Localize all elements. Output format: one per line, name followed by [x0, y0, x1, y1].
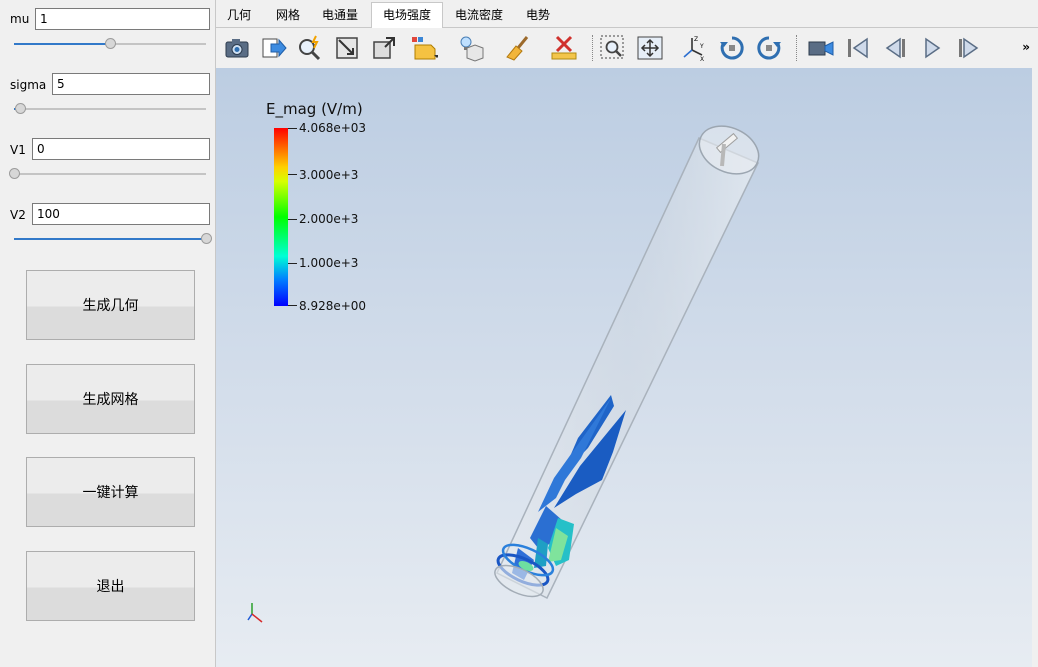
prev-frame-icon[interactable]: [880, 33, 910, 63]
rotate-ccw-icon[interactable]: [754, 33, 784, 63]
slider-track: [14, 108, 206, 110]
sigma-input[interactable]: 5: [52, 73, 210, 95]
clean-brush-icon[interactable]: [504, 33, 534, 63]
export-icon[interactable]: [258, 33, 288, 63]
tab-electric-flux[interactable]: 电通量: [316, 3, 364, 27]
svg-text:X: X: [700, 56, 704, 62]
sigma-label: sigma: [10, 78, 47, 92]
v1-label: V1: [10, 143, 26, 157]
slider-handle[interactable]: [105, 38, 116, 49]
more-icon[interactable]: »: [1022, 40, 1030, 54]
slider-handle[interactable]: [14, 103, 26, 114]
cylinder-field-render: [494, 125, 760, 600]
compute-button[interactable]: 一键计算: [26, 457, 195, 527]
svg-text:Y: Y: [699, 43, 704, 50]
video-camera-icon[interactable]: [806, 33, 836, 63]
v2-label: V2: [10, 208, 26, 222]
slider-handle[interactable]: [9, 168, 20, 179]
orientation-axes-icon: [247, 603, 263, 623]
tab-potential[interactable]: 电势: [518, 3, 558, 27]
v1-slider[interactable]: [9, 168, 206, 180]
result-tabs: 几何 网格 电通量 电场强度 电流密度 电势: [216, 0, 1038, 29]
svg-text:Z: Z: [694, 36, 698, 43]
tab-current-density[interactable]: 电流密度: [448, 3, 510, 27]
axes-icon[interactable]: ZYX: [679, 33, 709, 63]
light-bulb-icon[interactable]: [457, 33, 487, 63]
generate-mesh-button[interactable]: 生成网格: [26, 364, 195, 434]
slider-track: [14, 173, 206, 175]
toolbar-separator: [592, 35, 595, 61]
slider-handle[interactable]: [201, 233, 212, 244]
viewport-scrollbar[interactable]: [1032, 68, 1038, 667]
slider-fill: [14, 238, 206, 240]
tab-mesh[interactable]: 网格: [268, 3, 308, 27]
selection-box-icon[interactable]: [409, 33, 439, 63]
v2-input[interactable]: 100: [32, 203, 210, 225]
maximize-icon[interactable]: [369, 33, 399, 63]
reset-camera-icon[interactable]: [332, 33, 362, 63]
rotate-cw-icon[interactable]: [717, 33, 747, 63]
first-frame-icon[interactable]: [843, 33, 873, 63]
slider-fill: [14, 43, 110, 45]
parameter-panel: mu 1 sigma 5 V1 0 V2 100 生成几何 生成网格 一键计算 …: [0, 0, 216, 667]
render-viewport[interactable]: E_mag (V/m) 4.068e+03 3.000e+3 2.000e+3 …: [216, 68, 1032, 667]
tab-electric-field[interactable]: 电场强度: [371, 2, 443, 29]
next-frame-icon[interactable]: [954, 33, 984, 63]
viewer-toolbar: ZYX »: [216, 28, 1038, 69]
toolbar-separator: [796, 35, 799, 61]
mu-input[interactable]: 1: [35, 8, 210, 30]
mu-slider[interactable]: [14, 38, 206, 50]
play-icon[interactable]: [917, 33, 947, 63]
mu-label: mu: [10, 12, 30, 26]
tab-geometry[interactable]: 几何: [222, 3, 256, 27]
generate-geometry-button[interactable]: 生成几何: [26, 270, 195, 340]
delete-ruler-icon[interactable]: [549, 33, 579, 63]
sigma-slider[interactable]: [14, 103, 206, 115]
fit-view-icon[interactable]: [635, 33, 665, 63]
v1-input[interactable]: 0: [32, 138, 210, 160]
exit-button[interactable]: 退出: [26, 551, 195, 621]
v2-slider[interactable]: [14, 233, 212, 245]
camera-icon[interactable]: [222, 33, 252, 63]
zoom-box-icon[interactable]: [598, 33, 628, 63]
zoom-magic-icon[interactable]: [295, 33, 325, 63]
